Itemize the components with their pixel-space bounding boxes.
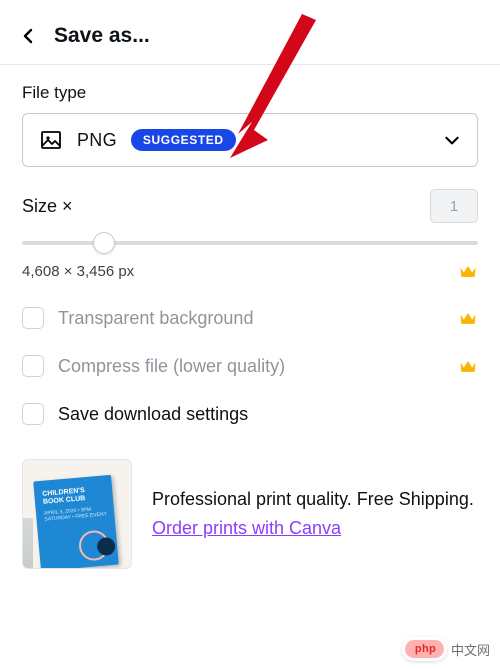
image-icon bbox=[39, 128, 63, 152]
crown-icon bbox=[458, 308, 478, 328]
chevron-down-icon bbox=[443, 131, 461, 149]
filetype-value: PNG bbox=[77, 130, 117, 151]
checkbox-icon bbox=[22, 307, 44, 329]
dimensions-text: 4,608 × 3,456 px bbox=[22, 263, 134, 280]
option-label: Save download settings bbox=[58, 404, 248, 425]
checkbox-icon bbox=[22, 355, 44, 377]
watermark-brand: php bbox=[402, 637, 447, 661]
promo-text: Professional print quality. Free Shippin… bbox=[152, 485, 474, 514]
watermark: php 中文网 bbox=[402, 637, 490, 661]
option-save-settings[interactable]: Save download settings bbox=[22, 403, 478, 425]
option-compress[interactable]: Compress file (lower quality) bbox=[22, 355, 478, 377]
promo-section: CHILDREN'S BOOK CLUB APRIL 3, 2020 • 3PM… bbox=[22, 459, 478, 569]
watermark-site: 中文网 bbox=[451, 640, 490, 659]
option-label: Transparent background bbox=[58, 308, 253, 329]
crown-icon bbox=[458, 356, 478, 376]
modal-header: Save as... bbox=[0, 4, 500, 65]
promo-link[interactable]: Order prints with Canva bbox=[152, 518, 341, 538]
filetype-select[interactable]: PNG SUGGESTED bbox=[22, 113, 478, 167]
size-multiplier-input bbox=[430, 189, 478, 223]
suggested-badge: SUGGESTED bbox=[131, 129, 236, 151]
crown-icon bbox=[458, 261, 478, 281]
option-transparent-bg[interactable]: Transparent background bbox=[22, 307, 478, 329]
promo-thumbnail[interactable]: CHILDREN'S BOOK CLUB APRIL 3, 2020 • 3PM… bbox=[22, 459, 132, 569]
size-label: Size × bbox=[22, 196, 73, 217]
back-icon[interactable] bbox=[18, 26, 38, 46]
checkbox-icon bbox=[22, 403, 44, 425]
filetype-label: File type bbox=[22, 83, 478, 103]
option-label: Compress file (lower quality) bbox=[58, 356, 285, 377]
size-slider[interactable] bbox=[22, 229, 478, 257]
page-title: Save as... bbox=[54, 24, 150, 48]
